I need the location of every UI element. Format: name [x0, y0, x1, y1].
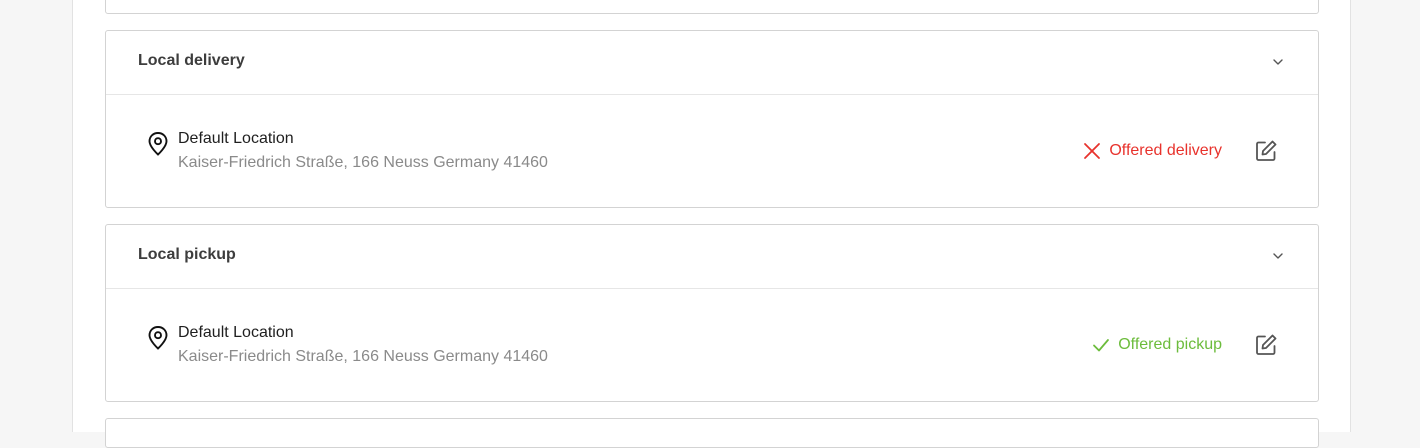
local-delivery-header[interactable]: Local delivery — [106, 31, 1318, 95]
location-name: Default Location — [178, 324, 294, 341]
location-name: Default Location — [178, 130, 294, 147]
local-delivery-location-row: Default Location Kaiser-Friedrich Straße… — [106, 95, 1318, 207]
map-pin-icon — [148, 132, 168, 156]
local-pickup-header[interactable]: Local pickup — [106, 225, 1318, 289]
local-pickup-card: Local pickup Default Location Kaiser-Fri… — [105, 224, 1319, 402]
pickup-status: Offered pickup — [1092, 336, 1222, 354]
map-pin-icon — [148, 326, 168, 350]
edit-icon[interactable] — [1254, 139, 1278, 163]
location-address: Kaiser-Friedrich Straße, 166 Neuss Germa… — [178, 154, 548, 171]
chevron-down-icon[interactable] — [1272, 57, 1284, 67]
delivery-status-label: Offered delivery — [1109, 142, 1222, 159]
delivery-status: Offered delivery — [1083, 142, 1222, 160]
chevron-down-icon[interactable] — [1272, 251, 1284, 261]
edit-icon[interactable] — [1254, 333, 1278, 357]
next-section-card — [105, 418, 1319, 448]
local-delivery-card: Local delivery Default Location Kaiser-F… — [105, 30, 1319, 208]
pickup-status-label: Offered pickup — [1118, 336, 1222, 353]
x-icon — [1084, 143, 1101, 159]
local-delivery-title: Local delivery — [138, 52, 245, 69]
check-icon — [1093, 339, 1110, 352]
local-pickup-title: Local pickup — [138, 246, 236, 263]
local-pickup-location-row: Default Location Kaiser-Friedrich Straße… — [106, 289, 1318, 401]
location-address: Kaiser-Friedrich Straße, 166 Neuss Germa… — [178, 348, 548, 365]
previous-section-card — [105, 0, 1319, 14]
